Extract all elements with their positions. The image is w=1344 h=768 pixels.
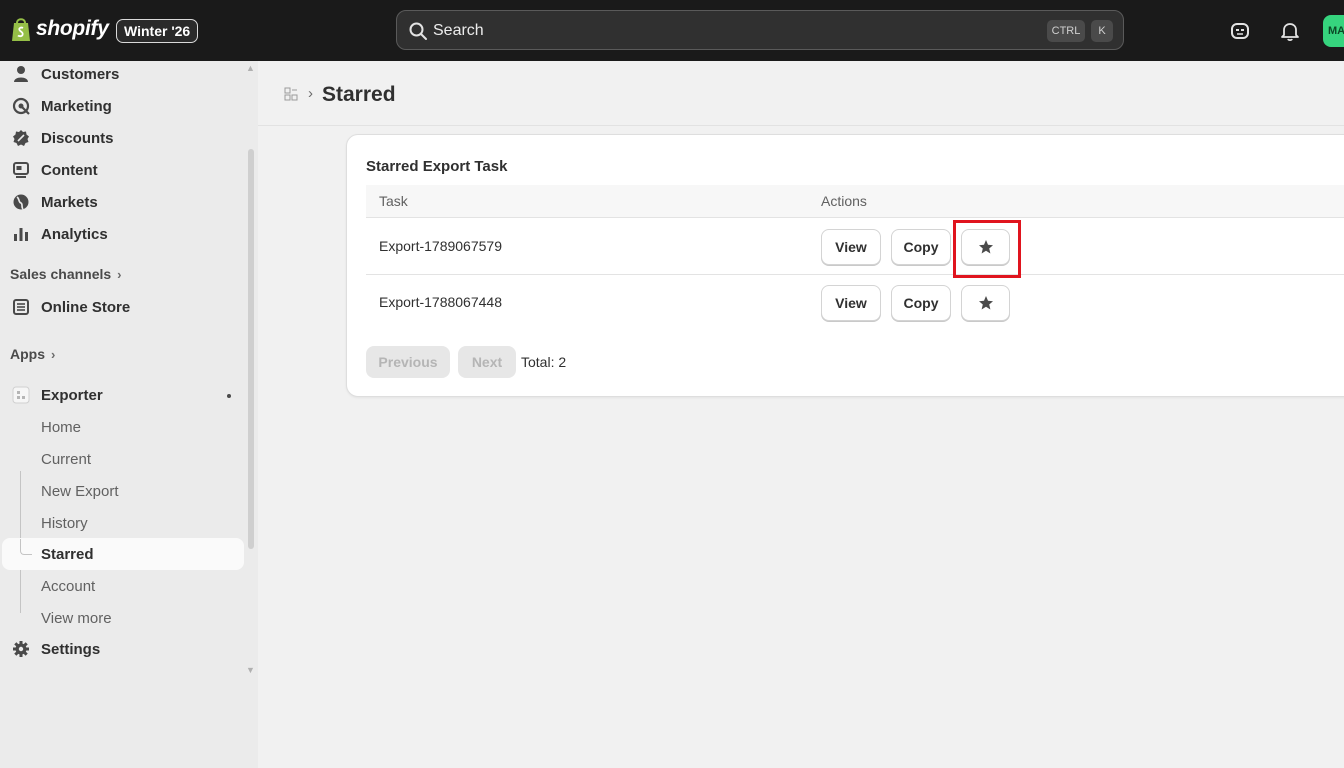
sidebar-subitem-account[interactable]: Account [0,570,244,602]
sidebar-subitem-current[interactable]: Current [0,443,244,475]
sidebar-item-settings[interactable]: Settings [0,633,244,665]
chevron-right-icon: › [117,266,122,282]
total-count: Total: 2 [521,354,567,370]
shortcut-ctrl: CTRL [1047,20,1085,42]
star-button[interactable] [961,285,1010,321]
app-icon [12,386,30,404]
sidebar-item-analytics[interactable]: Analytics [0,218,244,250]
sidebar-subitem-label: Starred [41,545,94,563]
card-title: Starred Export Task [366,158,508,175]
sidebar-subitem-label: History [41,514,88,532]
sidebar-item-label: Settings [41,640,101,658]
sidebar-item-exporter[interactable]: Exporter [0,379,244,411]
pin-dot-icon [227,394,231,398]
sidebar-subitem-starred[interactable]: Starred [0,538,244,570]
scroll-up-arrow[interactable]: ▲ [246,63,255,73]
starred-card: Starred Export Task Task Actions Export-… [346,134,1344,397]
person-icon [14,66,28,82]
globe-icon [13,194,29,210]
sidebar-subitem-label: View more [41,609,112,627]
breadcrumb-separator-icon: › [308,85,313,102]
table-row: Export-1789067579 View Copy [366,219,1344,278]
sidebar-subitem-label: Home [41,418,82,436]
sidebar-item-label: Discounts [41,129,114,147]
sidebar-item-marketing[interactable]: Marketing [0,90,244,122]
discount-icon [13,130,29,146]
apps-heading[interactable]: Apps › [10,346,55,362]
edition-badge: Winter '26 [116,19,199,43]
sidebar-item-label: Exporter [41,386,103,404]
sidebar-item-label: Content [41,161,98,179]
header-divider [258,125,1344,126]
top-bar: shopify Winter '26 Search CTRL K MA [0,0,1344,61]
view-button[interactable]: View [821,285,881,321]
sidekick-icon[interactable] [1229,20,1251,42]
search-icon [409,22,427,40]
sidebar-subitem-label: Current [41,450,92,468]
section-label: Apps [10,346,45,362]
shopify-logo[interactable]: shopify [10,16,109,42]
sidebar-item-online-store[interactable]: Online Store [0,291,244,323]
sidebar-item-label: Customers [41,65,120,83]
section-label: Sales channels [10,266,112,282]
sidebar-scrollbar[interactable] [248,149,254,549]
sidebar: ▲ Customers Marketing Discounts Content … [0,61,258,768]
view-button[interactable]: View [821,229,881,265]
main-content: › Starred Starred Export Task Task Actio… [258,61,1344,768]
sidebar-subitem-label: Account [41,577,96,595]
sidebar-item-discounts[interactable]: Discounts [0,122,244,154]
target-icon [12,97,30,115]
scroll-down-arrow[interactable]: ▼ [246,665,255,675]
avatar[interactable]: MA [1323,15,1344,47]
sales-channels-heading[interactable]: Sales channels › [10,266,122,282]
table-row: Export-1788067448 View Copy [366,275,1344,331]
column-header-actions: Actions [821,193,867,209]
sidebar-subitem-view-more[interactable]: View more [0,602,244,634]
brand-name: shopify [36,17,109,40]
store-icon [13,299,29,315]
sidebar-item-label: Markets [41,193,98,211]
sidebar-subitem-new-export[interactable]: New Export [0,475,244,507]
copy-button[interactable]: Copy [891,229,951,265]
app-breadcrumb-icon[interactable] [283,86,299,102]
sidebar-subitem-history[interactable]: History [0,507,244,539]
sidebar-item-label: Marketing [41,97,112,115]
bell-icon[interactable] [1279,20,1301,42]
sidebar-item-content[interactable]: Content [0,154,244,186]
table-header: Task Actions [366,185,1344,218]
sidebar-item-label: Analytics [41,225,108,243]
column-header-task: Task [379,193,408,209]
page-title: Starred [322,83,396,106]
shopify-bag-icon [12,18,30,41]
gear-icon [13,641,29,657]
previous-button[interactable]: Previous [366,346,450,378]
shortcut-k: K [1091,20,1113,42]
sidebar-item-customers[interactable]: Customers [0,58,244,90]
star-icon [978,296,993,310]
sidebar-subitem-label: New Export [41,482,119,500]
search-bar[interactable]: Search CTRL K [396,10,1124,50]
next-button[interactable]: Next [458,346,516,378]
task-name: Export-1789067579 [379,238,502,254]
highlight-box [953,220,1021,278]
chevron-right-icon: › [51,346,56,362]
sidebar-item-label: Online Store [41,298,131,316]
sidebar-subitem-home[interactable]: Home [0,411,244,443]
task-name: Export-1788067448 [379,294,502,310]
copy-button[interactable]: Copy [891,285,951,321]
search-placeholder: Search [433,22,484,39]
content-icon [13,162,29,178]
bar-chart-icon [14,228,28,241]
sidebar-item-markets[interactable]: Markets [0,186,244,218]
